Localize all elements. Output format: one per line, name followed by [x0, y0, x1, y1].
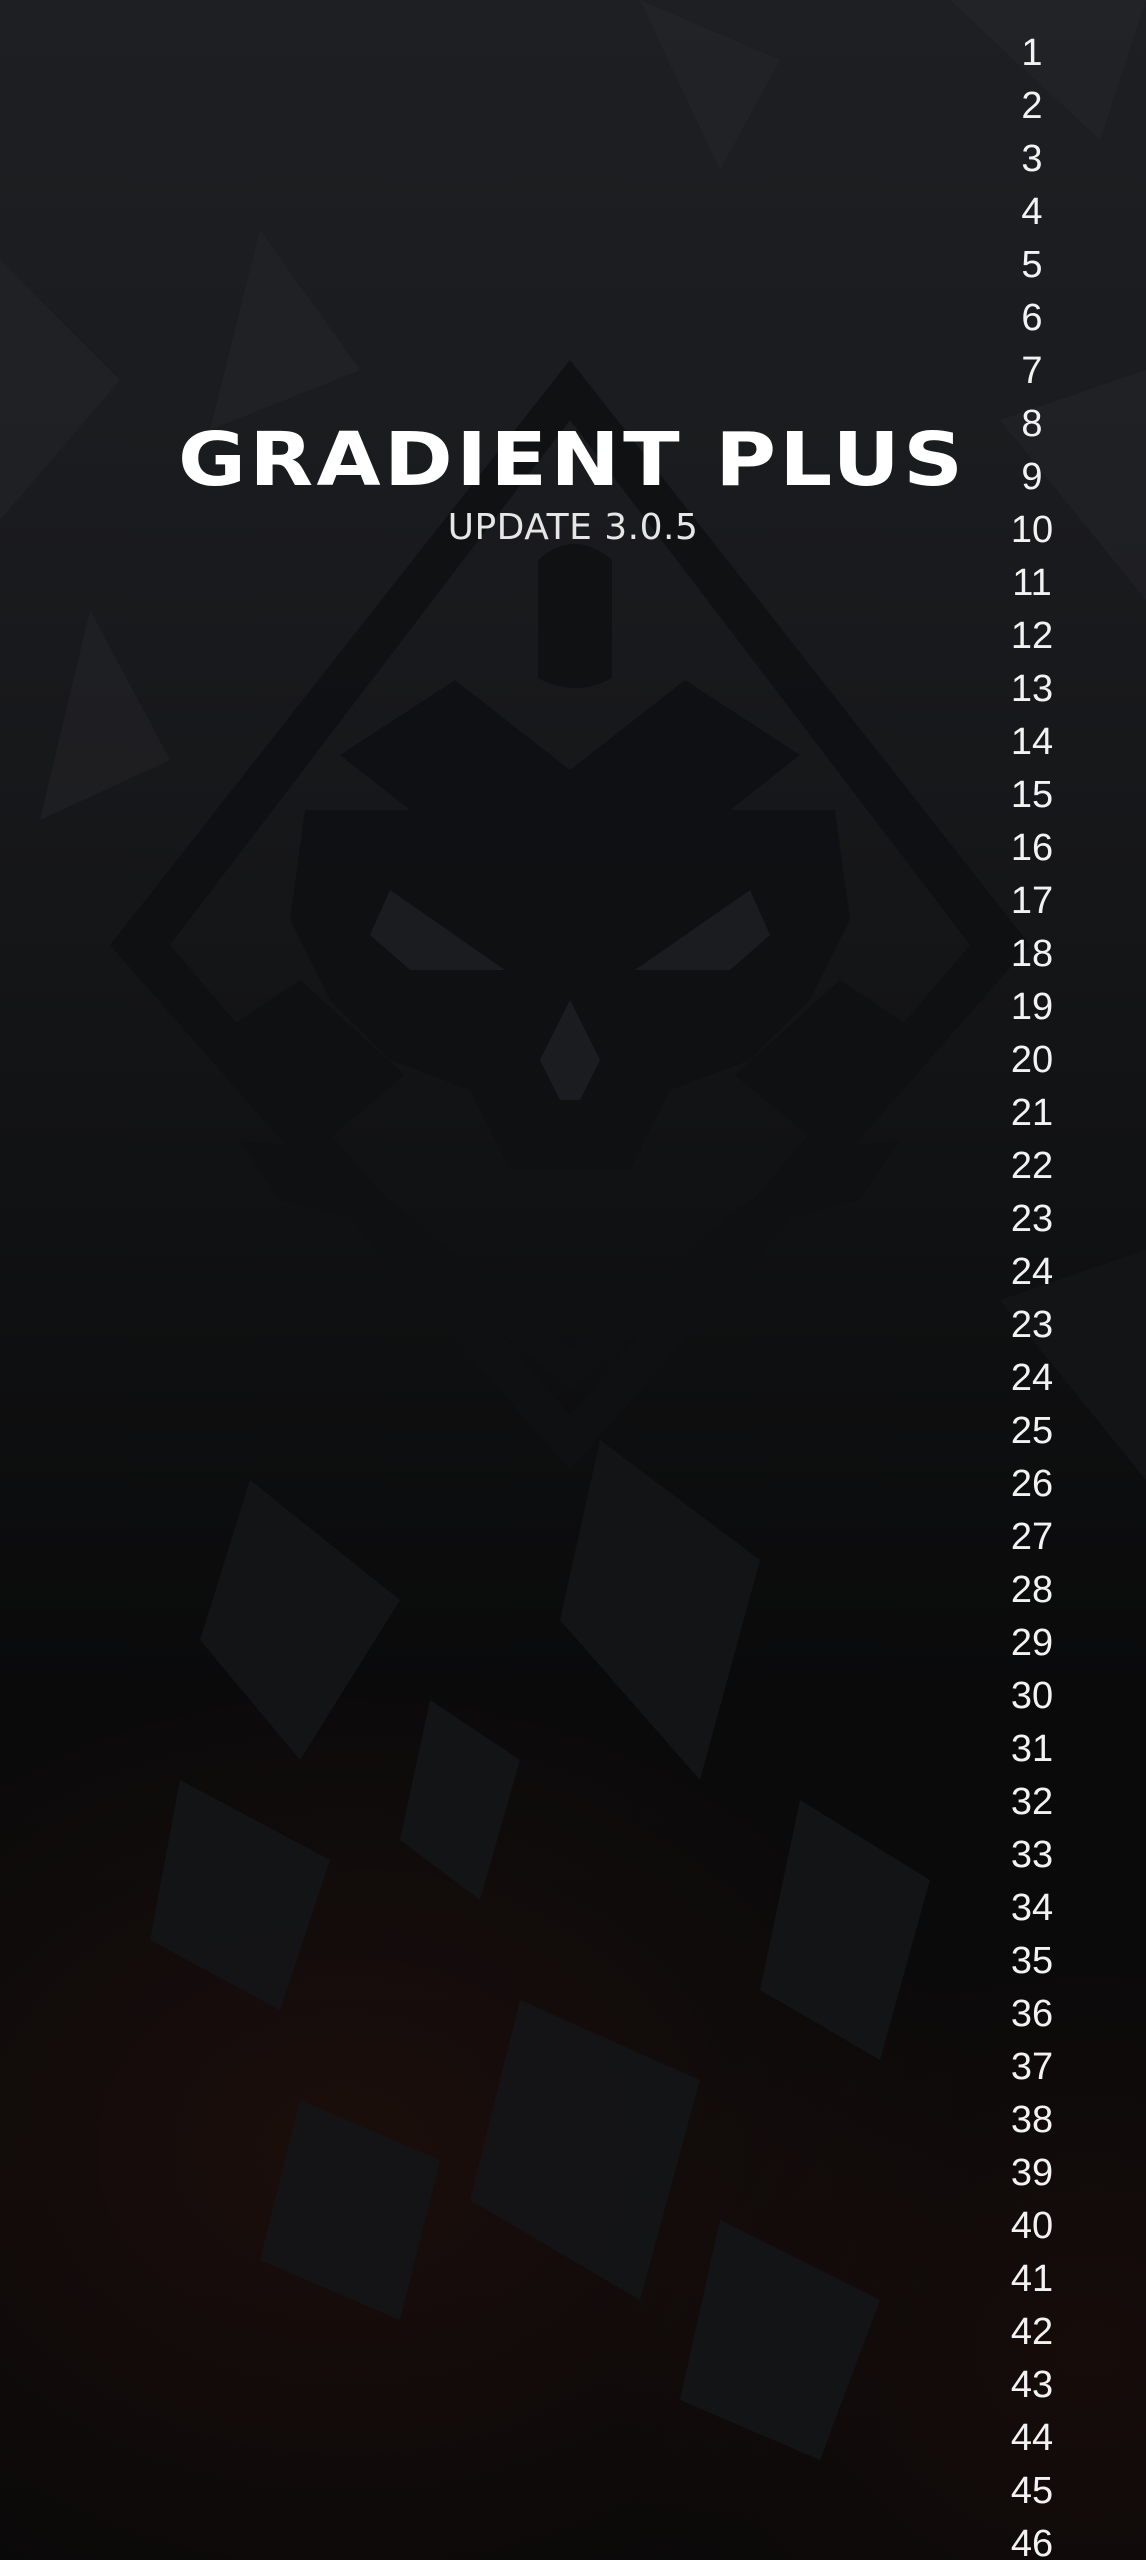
line-number: 27: [1010, 1516, 1054, 1558]
line-number: 20: [1010, 1039, 1054, 1081]
line-number: 39: [1010, 2152, 1054, 2194]
line-number: 31: [1010, 1728, 1054, 1770]
line-number: 6: [1021, 297, 1043, 339]
line-number: 33: [1010, 1834, 1054, 1876]
line-number: 28: [1010, 1569, 1054, 1611]
line-number: 40: [1010, 2205, 1054, 2247]
line-number: 23: [1010, 1304, 1054, 1346]
line-number: 2: [1021, 85, 1043, 127]
line-number: 1: [1021, 32, 1043, 74]
app-screen: GRADIENT PLUS UPDATE 3.0.5 1 2 3 4 5 6 7 8 9 10 11…: [0, 0, 1146, 2560]
line-number: 4: [1021, 191, 1043, 233]
line-number: 7: [1021, 350, 1043, 392]
line-number: 18: [1010, 933, 1054, 975]
line-number: 25: [1010, 1410, 1054, 1452]
line-number: 26: [1010, 1463, 1054, 1505]
line-number: 44: [1010, 2417, 1054, 2459]
page-title: GRADIENT PLUS: [177, 417, 967, 503]
line-number: 12: [1010, 615, 1054, 657]
line-number: 42: [1010, 2311, 1054, 2353]
line-number: 24: [1010, 1251, 1054, 1293]
line-number: 23: [1010, 1198, 1054, 1240]
line-number: 22: [1010, 1145, 1054, 1187]
line-number: 41: [1010, 2258, 1054, 2300]
line-number: 13: [1010, 668, 1054, 710]
line-number: 19: [1010, 986, 1054, 1028]
line-number: 34: [1010, 1887, 1054, 1929]
line-number: 9: [1021, 456, 1043, 498]
line-number: 38: [1010, 2099, 1054, 2141]
line-number: 17: [1010, 880, 1054, 922]
line-number: 36: [1010, 1993, 1054, 2035]
line-number: 30: [1010, 1675, 1054, 1717]
line-number: 16: [1010, 827, 1054, 869]
line-number: 15: [1010, 774, 1054, 816]
line-number: 3: [1021, 138, 1043, 180]
line-number: 8: [1021, 403, 1043, 445]
line-number: 43: [1010, 2364, 1054, 2406]
line-number: 14: [1010, 721, 1054, 763]
version-label: UPDATE 3.0.5: [447, 507, 699, 548]
line-number: 29: [1010, 1622, 1054, 1664]
line-number: 21: [1010, 1092, 1054, 1134]
line-number: 10: [1010, 509, 1054, 551]
line-number: 5: [1021, 244, 1043, 286]
line-number: 37: [1010, 2046, 1054, 2088]
line-number: 32: [1010, 1781, 1054, 1823]
line-number: 24: [1010, 1357, 1054, 1399]
line-number: 46: [1010, 2523, 1054, 2560]
line-number: 45: [1010, 2470, 1054, 2512]
line-number: 11: [1012, 562, 1052, 604]
line-number: 35: [1010, 1940, 1054, 1982]
line-number-list: 1 2 3 4 5 6 7 8 9 10 11 12 13 14 15 16 17 18 19 20 21 22 23 24 2…: [982, 28, 1082, 2560]
header: GRADIENT PLUS UPDATE 3.0.5: [0, 415, 1146, 551]
